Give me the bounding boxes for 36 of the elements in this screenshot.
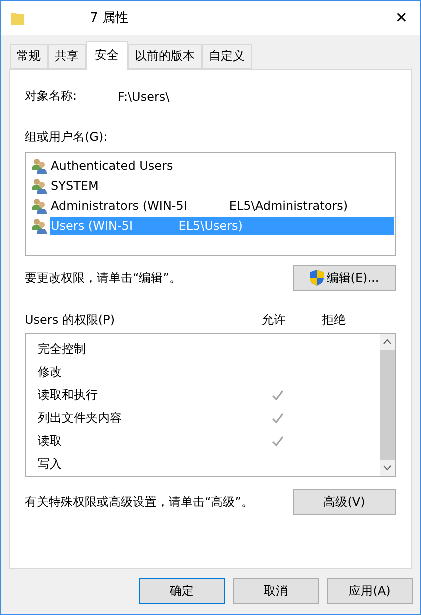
object-path: F:\Users\ [118, 90, 170, 104]
allow-header: 允许 [262, 312, 286, 329]
user-list-item[interactable]: Administrators (WIN-5I EL5\Administrators) [50, 197, 350, 215]
tab[interactable]: 以前的版本 [128, 44, 202, 69]
dialog-button[interactable]: 确定 [139, 578, 225, 604]
permission-name: 列出文件夹内容 [38, 410, 123, 427]
permission-name: 修改 [38, 364, 63, 381]
advanced-button[interactable]: 高级(V) [293, 489, 396, 515]
group-list-label: 组或用户名(G): [25, 129, 109, 146]
edit-hint: 要更改权限，请单击“编辑”。 [25, 270, 182, 286]
permission-name: 写入 [38, 456, 63, 473]
tab[interactable]: 自定义 [202, 44, 252, 69]
tab[interactable]: 常规 [10, 44, 48, 69]
close-button[interactable]: ✕ [391, 9, 412, 27]
users-icon [32, 158, 48, 174]
dialog-button[interactable]: 取消 [233, 578, 319, 604]
permission-name: 读取和执行 [38, 387, 99, 404]
scrollbar[interactable] [380, 334, 395, 476]
permission-name: 读取 [38, 433, 63, 450]
users-icon [32, 218, 48, 234]
user-list-item[interactable]: Authenticated Users [50, 157, 174, 175]
dialog-button[interactable]: 应用(A) [327, 578, 413, 604]
edit-button[interactable]: 编辑(E)... [293, 265, 396, 291]
tab[interactable]: 安全 [86, 41, 128, 70]
permission-name: 完全控制 [38, 341, 87, 358]
folder-icon [11, 11, 24, 25]
users-icon [32, 178, 48, 194]
advanced-hint: 有关特殊权限或高级设置，请单击“高级”。 [25, 494, 254, 510]
window-title: 7 属性 [90, 10, 130, 27]
permissions-label: Users 的权限(P) [25, 312, 116, 329]
deny-header: 拒绝 [322, 312, 346, 329]
users-icon [32, 198, 48, 214]
shield-icon [310, 270, 324, 286]
object-name-label: 对象名称: [25, 88, 78, 105]
user-list-item[interactable]: SYSTEM [50, 177, 100, 195]
tab[interactable]: 共享 [48, 44, 86, 69]
